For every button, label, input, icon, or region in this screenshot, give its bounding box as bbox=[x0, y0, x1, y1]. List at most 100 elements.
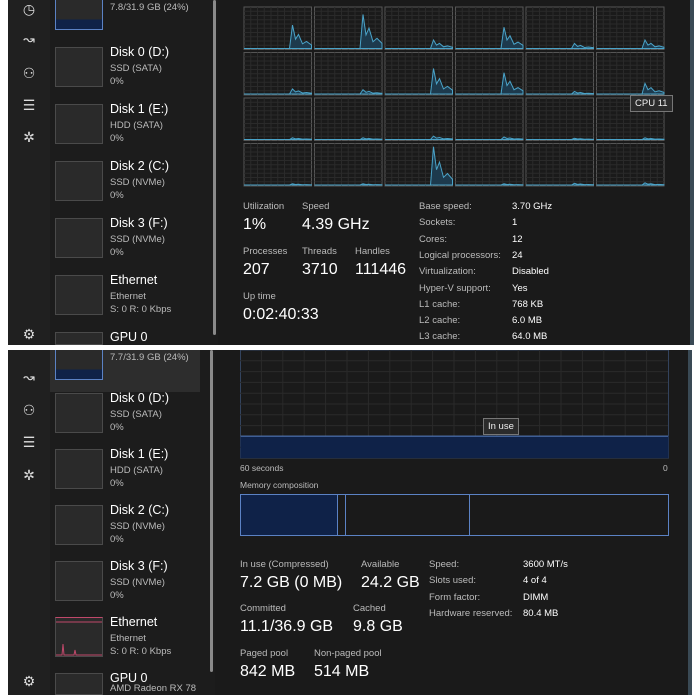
sidebar-item[interactable]: Disk 3 (F:) SSD (NVMe) 0% bbox=[50, 214, 200, 270]
settings-icon[interactable]: ⚙ bbox=[20, 672, 38, 690]
uptime-label: Up time bbox=[243, 291, 276, 302]
spec-label: Cores: bbox=[419, 233, 447, 245]
utilization-value: 1% bbox=[243, 216, 267, 233]
cached-value: 9.8 GB bbox=[353, 618, 403, 635]
sidebar-item-subtitle: SSD (NVMe) bbox=[110, 234, 165, 245]
sidebar-item-title: Ethernet bbox=[110, 273, 158, 287]
settings-icon[interactable]: ⚙ bbox=[20, 325, 38, 343]
composition-modified bbox=[337, 494, 346, 536]
sidebar-item-thumbnail bbox=[55, 350, 103, 380]
sidebar-item[interactable]: 7.8/31.9 GB (24%) bbox=[50, 0, 200, 42]
sidebar-item[interactable]: GPU 0 AMD Radeon RX 78 bbox=[50, 669, 200, 695]
handles-value: 111446 bbox=[355, 261, 407, 278]
details-icon[interactable]: ☰ bbox=[20, 96, 38, 114]
spec-value: 12 bbox=[512, 233, 523, 245]
sidebar-item[interactable]: Disk 1 (E:) HDD (SATA) 0% bbox=[50, 445, 200, 501]
sidebar-item-value: S: 0 R: 0 Kbps bbox=[110, 646, 172, 657]
spec-label: L1 cache: bbox=[419, 298, 461, 310]
services-icon[interactable]: ✲ bbox=[20, 128, 38, 146]
cpu-panel: CPU 11 Utilization 1% Speed 4.39 GHz Pro… bbox=[218, 0, 694, 345]
sidebar-item-thumbnail bbox=[55, 104, 103, 144]
sidebar-item-subtitle: SSD (NVMe) bbox=[110, 521, 165, 532]
sidebar-item-title: Disk 2 (C:) bbox=[110, 503, 170, 517]
startup-apps-icon[interactable]: ↝ bbox=[20, 30, 38, 48]
users-icon[interactable]: ⚇ bbox=[20, 64, 38, 82]
sidebar-item-value: 0% bbox=[110, 190, 124, 201]
cpu-core-graph bbox=[243, 6, 312, 50]
sidebar-scrollbar[interactable] bbox=[213, 0, 216, 335]
resource-list: 7.8/31.9 GB (24%) Disk 0 (D:) SSD (SATA) 0%… bbox=[50, 0, 220, 345]
spec-value: 64.0 MB bbox=[512, 331, 548, 343]
uptime-value: 0:02:40:33 bbox=[243, 306, 319, 323]
composition-standby bbox=[345, 494, 470, 536]
sidebar-item-thumbnail bbox=[55, 161, 103, 201]
spec-label: Speed: bbox=[429, 559, 460, 570]
sidebar-item-subtitle: Ethernet bbox=[110, 291, 146, 302]
spec-label: Logical processors: bbox=[419, 249, 501, 261]
memory-composition-label: Memory composition bbox=[240, 480, 319, 490]
sidebar-item-thumbnail bbox=[55, 47, 103, 87]
cpu-tooltip: CPU 11 bbox=[630, 95, 673, 112]
spec-value: 3.70 GHz bbox=[512, 201, 553, 212]
spec-label: Base speed: bbox=[419, 201, 472, 212]
sidebar-item-thumbnail bbox=[55, 673, 103, 695]
spec-value: 768 KB bbox=[512, 298, 544, 310]
sidebar-item-thumbnail bbox=[55, 449, 103, 489]
sidebar-item-title: Disk 1 (E:) bbox=[110, 447, 169, 461]
sidebar-item[interactable]: Disk 0 (D:) SSD (SATA) 0% bbox=[50, 43, 200, 99]
sidebar-item-subtitle: Ethernet bbox=[110, 633, 146, 644]
sidebar-item-thumbnail bbox=[55, 0, 103, 30]
sidebar-item-title: Disk 2 (C:) bbox=[110, 159, 170, 173]
sidebar-item[interactable]: Ethernet Ethernet S: 0 R: 0 Kbps bbox=[50, 271, 200, 327]
history-icon[interactable]: ◷ bbox=[20, 0, 38, 18]
task-manager-memory-view: ↝ ⚇ ☰ ✲ ⚙ 7.7/31.9 GB (24%) Disk 0 (D:) SS… bbox=[8, 350, 692, 695]
available-value: 24.2 GB bbox=[361, 574, 420, 591]
sidebar-item[interactable]: Disk 2 (C:) SSD (NVMe) 0% bbox=[50, 501, 200, 557]
nav-rail: ◷ ↝ ⚇ ☰ ✲ ⚙ bbox=[8, 0, 50, 345]
sidebar-item[interactable]: Disk 0 (D:) SSD (SATA) 0% bbox=[50, 389, 200, 445]
spec-label: Virtualization: bbox=[419, 266, 476, 278]
sidebar-item-thumbnail bbox=[55, 505, 103, 545]
processes-label: Processes bbox=[243, 246, 288, 257]
cpu-core-graph bbox=[455, 143, 524, 187]
sidebar-item-subtitle: 7.8/31.9 GB (24%) bbox=[110, 2, 189, 13]
sidebar-item[interactable]: 7.7/31.9 GB (24%) bbox=[50, 350, 200, 392]
speed-label: Speed bbox=[302, 201, 330, 212]
memory-composition-bar bbox=[240, 494, 669, 536]
cpu-core-graph bbox=[525, 52, 594, 96]
cached-label: Cached bbox=[353, 603, 386, 614]
committed-value: 11.1/36.9 GB bbox=[240, 618, 334, 635]
handles-label: Handles bbox=[355, 246, 390, 257]
sidebar-item-value: 0% bbox=[110, 534, 124, 545]
sidebar-item-title: Ethernet bbox=[110, 615, 158, 629]
in-use-area bbox=[240, 436, 669, 458]
sidebar-item[interactable]: Disk 3 (F:) SSD (NVMe) 0% bbox=[50, 557, 200, 613]
cpu-core-graph bbox=[314, 6, 383, 50]
spec-label: Sockets: bbox=[419, 217, 456, 229]
sidebar-scrollbar[interactable] bbox=[210, 350, 213, 672]
services-icon[interactable]: ✲ bbox=[20, 466, 38, 484]
sidebar-item[interactable]: Ethernet Ethernet S: 0 R: 0 Kbps bbox=[50, 613, 200, 669]
details-icon[interactable]: ☰ bbox=[20, 433, 38, 451]
sidebar-item-title: Disk 3 (F:) bbox=[110, 559, 168, 573]
sidebar-item-subtitle: 7.7/31.9 GB (24%) bbox=[110, 352, 189, 363]
processes-value: 207 bbox=[243, 261, 270, 278]
sidebar-item-title: Disk 3 (F:) bbox=[110, 216, 168, 230]
sidebar-item-value: 0% bbox=[110, 478, 124, 489]
startup-apps-icon[interactable]: ↝ bbox=[20, 368, 38, 386]
committed-label: Committed bbox=[240, 603, 286, 614]
ethernet-sparkline bbox=[56, 621, 102, 656]
window-edge bbox=[690, 0, 694, 345]
users-icon[interactable]: ⚇ bbox=[20, 401, 38, 419]
sidebar-item[interactable]: Disk 2 (C:) SSD (NVMe) 0% bbox=[50, 157, 200, 213]
spec-label: L2 cache: bbox=[419, 315, 461, 327]
spec-value: 80.4 MB bbox=[523, 607, 559, 619]
sidebar-item-subtitle: SSD (NVMe) bbox=[110, 577, 165, 588]
cpu-core-graph bbox=[243, 143, 312, 187]
sidebar-item-subtitle: SSD (NVMe) bbox=[110, 177, 165, 188]
sidebar-item[interactable]: Disk 1 (E:) HDD (SATA) 0% bbox=[50, 100, 200, 156]
threads-label: Threads bbox=[302, 246, 337, 257]
graph-x-right: 0 bbox=[663, 463, 668, 473]
sidebar-item-subtitle: SSD (SATA) bbox=[110, 63, 162, 74]
sidebar-item[interactable]: GPU 0 bbox=[50, 328, 200, 345]
